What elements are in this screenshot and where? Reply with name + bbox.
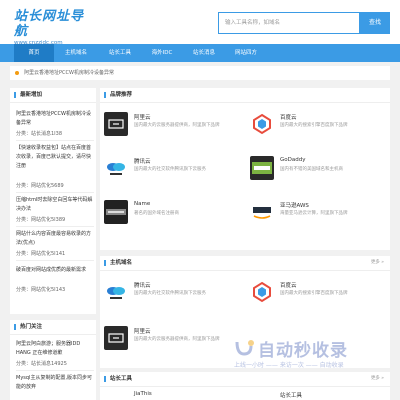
site-card-tencent-cloud[interactable]: 腾讯云 国内最大的社交软件腾讯旗下云服务	[104, 156, 234, 184]
article-link[interactable]: 阿里云阿白旅游；服务器IDD HANG 正在维修道歉	[16, 340, 94, 358]
site-desc: 国内最大的社交软件腾讯旗下云服务	[134, 291, 206, 296]
article-link[interactable]: 破百度对网站成优质的最新需求	[16, 266, 94, 275]
site-desc: 国内最大的云服务器提供商，阿里旗下品牌	[134, 337, 220, 342]
tencent-cloud-logo-icon	[104, 280, 128, 304]
article-meta: 分类：网站优化5I141	[16, 251, 66, 257]
site-name: 腾讯云	[134, 159, 151, 165]
hot-title: 热门关注	[20, 324, 43, 330]
article-meta: 分类：站长消息1I38	[16, 131, 63, 137]
baidu-cloud-logo-icon	[250, 112, 274, 136]
baidu-cloud-logo-icon	[250, 280, 274, 304]
site-name: 腾讯云	[134, 283, 151, 289]
divider	[16, 226, 94, 227]
watermark: 自动秒收录 上线一小时 —— 来访一次 —— 自动收录	[230, 336, 390, 376]
site-desc: 国内有不错的美国域名和主机商	[280, 167, 343, 172]
site-desc: 国内最大的社交软件腾讯旗下云服务	[134, 167, 206, 172]
search-input[interactable]: 输入工具名称，如域名	[218, 12, 360, 34]
divider	[16, 260, 94, 261]
site-desc: 著名的国外域名注册商	[134, 211, 179, 216]
main-nav: 首页 主机域名 站长工具 海外IDC 站长消息 网站四方	[0, 44, 400, 62]
site-card-aws[interactable]: 亚马逊AWS 海量亚马逊云计算，阿里旗下品牌	[250, 200, 380, 228]
nav-item-sites[interactable]: 网站四方	[226, 44, 266, 62]
tool-name[interactable]: 站长工具	[280, 391, 302, 399]
site-card-tencent-cloud[interactable]: 腾讯云 国内最大的社交软件腾讯旗下云服务	[104, 280, 234, 308]
site-name: 百度云	[280, 283, 297, 289]
site-desc: 国内最大的搜索引擎百度旗下品牌	[280, 291, 348, 296]
site-card-aliyun[interactable]: 阿里云 国内最大的云服务器提供商，阿里旗下品牌	[104, 326, 234, 354]
search-button[interactable]: 查找	[360, 12, 390, 34]
name-com-logo-icon	[104, 200, 128, 224]
divider	[100, 102, 390, 103]
site-name: 百度云	[280, 115, 297, 121]
divider	[10, 102, 96, 103]
logo-text: 站长网址导航	[14, 9, 85, 39]
notice-text[interactable]: 阿里云香港地址PCCW机房制冷设备异常	[24, 70, 114, 76]
aliyun-logo-icon	[104, 112, 128, 136]
site-desc: 国内最大的云服务器提供商，阿里旗下品牌	[134, 123, 220, 128]
divider	[10, 334, 96, 335]
more-link[interactable]: 更多 »	[371, 256, 384, 270]
nav-item-news[interactable]: 站长消息	[184, 44, 224, 62]
header: 站长网址导航 www.cnzzidc.com 输入工具名称，如域名 查找	[0, 0, 400, 46]
divider	[100, 270, 390, 271]
godaddy-logo-icon	[250, 156, 274, 180]
watermark-text: 自动秒收录	[258, 341, 348, 361]
recommend-title: 品牌推荐	[110, 92, 133, 98]
nav-item-overseas-idc[interactable]: 海外IDC	[142, 44, 182, 62]
article-meta: 分类：网站优化5I389	[16, 217, 66, 223]
article-link[interactable]: 阿里云香港地址PCCW机房制冷设备异常	[16, 110, 94, 128]
tools-card: 站长工具 更多 » JiaThis 站长工具	[100, 372, 390, 400]
notice-bar: 阿里云香港地址PCCW机房制冷设备异常	[10, 66, 390, 80]
hot-card: 热门关注 阿里云阿白旅游；服务器IDD HANG 正在维修道歉 分类：站长消息1…	[10, 320, 96, 400]
recommend-card: 品牌推荐 阿里云 国内最大的云服务器提供商，阿里旗下品牌 百度云 国内最大的搜索…	[100, 88, 390, 250]
divider	[100, 386, 390, 387]
nav-item-home[interactable]: 首页	[14, 44, 54, 62]
hosting-title: 主机域名	[110, 260, 133, 266]
site-logo[interactable]: 站长网址导航 www.cnzzidc.com	[14, 9, 94, 46]
article-link[interactable]: 【快速收录权益包】站点在百度首次收录，百度已默认提交，请尽快注册	[16, 144, 94, 171]
bullet-icon	[15, 71, 19, 75]
latest-card: 最新增加 阿里云香港地址PCCW机房制冷设备异常 分类：站长消息1I38 【快速…	[10, 88, 96, 314]
divider	[16, 192, 94, 193]
article-meta: 分类：站长消息14925	[16, 361, 67, 367]
site-card-baidu-cloud[interactable]: 百度云 国内最大的搜索引擎百度旗下品牌	[250, 112, 380, 140]
tools-title: 站长工具	[110, 376, 133, 382]
article-link[interactable]: Mysql主从复制的配置,版本同步可能的放弃	[16, 374, 94, 392]
tencent-cloud-logo-icon	[104, 156, 128, 180]
site-card-aliyun[interactable]: 阿里云 国内最大的云服务器提供商，阿里旗下品牌	[104, 112, 234, 140]
divider	[16, 370, 94, 371]
aws-logo-icon	[250, 200, 274, 224]
watermark-subtext: 上线一小时 —— 来访一次 —— 自动收录	[234, 362, 344, 369]
nav-item-hosting[interactable]: 主机域名	[56, 44, 96, 62]
site-desc: 海量亚马逊云计算，阿里旗下品牌	[280, 211, 348, 216]
site-name: 阿里云	[134, 115, 151, 121]
site-card-godaddy[interactable]: GoDaddy 国内有不错的美国域名和主机商	[250, 156, 380, 184]
site-name: 亚马逊AWS	[280, 203, 309, 209]
site-name: 阿里云	[134, 329, 151, 335]
site-name: GoDaddy	[280, 157, 306, 163]
latest-title: 最新增加	[20, 92, 43, 98]
site-card-baidu-cloud[interactable]: 百度云 国内最大的搜索引擎百度旗下品牌	[250, 280, 380, 308]
tool-name[interactable]: JiaThis	[134, 391, 152, 397]
site-name: Name	[134, 201, 151, 207]
article-link[interactable]: 压缩html时去除空白回车等代码解决办法	[16, 196, 94, 214]
site-card-name[interactable]: Name 著名的国外域名注册商	[104, 200, 234, 228]
nav-item-tools[interactable]: 站长工具	[100, 44, 140, 62]
page: 站长网址导航 www.cnzzidc.com 输入工具名称，如域名 查找 首页 …	[0, 0, 400, 400]
article-link[interactable]: 网站什么内容百度最容易收录的方法(优点)	[16, 230, 94, 248]
site-desc: 国内最大的搜索引擎百度旗下品牌	[280, 123, 348, 128]
aliyun-logo-icon	[104, 326, 128, 350]
article-meta: 分类：网站优化5I143	[16, 287, 66, 293]
divider	[16, 140, 94, 141]
article-meta: 分类：网站优化5689	[16, 183, 64, 189]
watermark-logo-icon	[235, 340, 254, 356]
